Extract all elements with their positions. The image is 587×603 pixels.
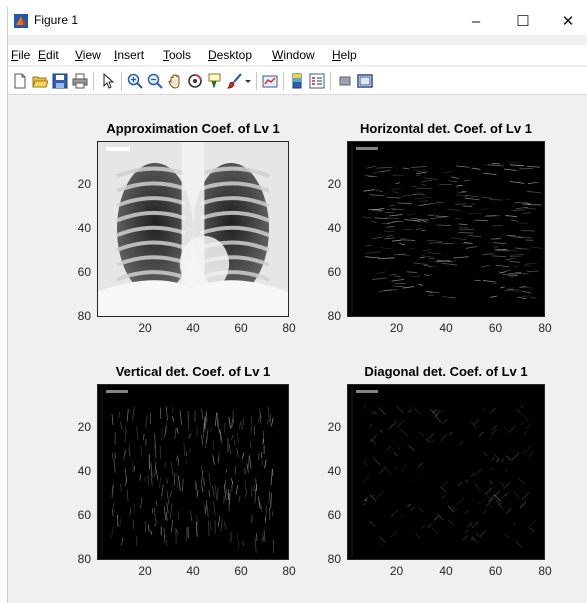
x-tick-label: 40 — [186, 321, 200, 335]
coefficient-image — [98, 385, 288, 559]
toolbar-separator — [330, 72, 331, 90]
x-tick-label: 20 — [138, 564, 152, 578]
y-tick-label: 80 — [327, 309, 341, 323]
x-tick-label: 80 — [282, 564, 296, 578]
y-tick-label: 40 — [327, 221, 341, 235]
axes-title: Horizontal det. Coef. of Lv 1 — [360, 121, 532, 136]
x-tick-label: 80 — [538, 564, 552, 578]
y-tick-label: 20 — [77, 420, 91, 434]
minimize-icon: – — [471, 12, 481, 30]
image-plot-horizontal[interactable] — [347, 141, 545, 317]
menu-help[interactable]: Help — [332, 48, 357, 62]
rotate-3d-icon[interactable] — [187, 73, 203, 89]
coefficient-image — [98, 142, 288, 316]
axes-title: Vertical det. Coef. of Lv 1 — [115, 364, 271, 379]
figure-window: Figure 1 – ☐ ✕ File Edit View Insert Too… — [7, 7, 587, 603]
close-icon: ✕ — [561, 13, 575, 30]
menu-bar: File Edit View Insert Tools Desktop Wind… — [8, 45, 587, 65]
maximize-button[interactable]: ☐ — [503, 7, 543, 35]
menu-edit[interactable]: Edit — [38, 48, 59, 62]
save-icon[interactable] — [52, 73, 68, 89]
toolbar-separator — [256, 72, 257, 90]
legend-icon[interactable] — [309, 73, 325, 89]
dropdown-arrow-icon[interactable] — [244, 73, 252, 89]
menu-insert[interactable]: Insert — [114, 48, 144, 62]
toolbar-separator — [283, 72, 284, 90]
x-tick-label: 60 — [234, 321, 248, 335]
y-tick-label: 80 — [77, 552, 91, 566]
menu-file[interactable]: File — [11, 48, 30, 62]
x-tick-label: 40 — [439, 564, 453, 578]
coefficient-image — [348, 142, 544, 316]
close-button[interactable]: ✕ — [548, 7, 587, 35]
menu-desktop[interactable]: Desktop — [208, 48, 252, 62]
pan-icon[interactable] — [167, 73, 183, 89]
image-plot-diagonal[interactable] — [347, 384, 545, 560]
y-tick-label: 60 — [327, 265, 341, 279]
maximize-icon: ☐ — [516, 13, 530, 30]
x-tick-label: 60 — [488, 321, 503, 335]
menu-window[interactable]: Window — [272, 48, 315, 62]
show-plot-tools-icon[interactable] — [357, 73, 373, 89]
coefficient-image — [348, 385, 544, 559]
toolbar-separator — [93, 72, 94, 90]
axes-title: Diagonal det. Coef. of Lv 1 — [364, 364, 528, 379]
x-tick-label: 20 — [389, 564, 404, 578]
print-icon[interactable] — [72, 73, 88, 89]
y-tick-label: 20 — [327, 177, 341, 191]
title-bar[interactable]: Figure 1 – ☐ ✕ — [8, 7, 587, 35]
new-figure-icon[interactable] — [12, 73, 28, 89]
data-cursor-icon[interactable] — [207, 73, 223, 89]
toolbar-separator — [121, 72, 122, 90]
zoom-out-icon[interactable] — [147, 73, 163, 89]
window-title: Figure 1 — [34, 13, 79, 27]
x-tick-label: 60 — [488, 564, 503, 578]
hide-plot-tools-icon[interactable] — [337, 73, 353, 89]
image-plot-vertical[interactable] — [97, 384, 289, 560]
brush-icon[interactable] — [227, 73, 243, 89]
y-tick-label: 60 — [77, 265, 91, 279]
y-tick-label: 20 — [327, 420, 341, 434]
menu-view[interactable]: View — [75, 48, 101, 62]
x-tick-label: 80 — [538, 321, 552, 335]
y-tick-label: 60 — [77, 508, 91, 522]
link-plot-icon[interactable] — [262, 73, 278, 89]
x-tick-label: 40 — [186, 564, 200, 578]
matlab-figure-icon — [14, 14, 28, 28]
menu-tools[interactable]: Tools — [163, 48, 191, 62]
colorbar-icon[interactable] — [289, 73, 305, 89]
figure-toolbar — [8, 67, 587, 95]
x-tick-label: 60 — [234, 564, 248, 578]
pointer-icon[interactable] — [100, 73, 116, 89]
y-tick-label: 40 — [327, 464, 341, 478]
y-tick-label: 60 — [327, 508, 341, 522]
x-tick-label: 20 — [138, 321, 152, 335]
y-tick-label: 40 — [77, 464, 91, 478]
figure-canvas: Approximation Coef. of Lv 1 20 40 60 80 20 40 6… — [9, 96, 587, 596]
image-plot-approximation[interactable] — [97, 141, 289, 317]
y-tick-label: 40 — [77, 221, 91, 235]
open-file-icon[interactable] — [32, 73, 48, 89]
minimize-button[interactable]: – — [456, 7, 496, 35]
x-tick-label: 20 — [389, 321, 404, 335]
y-tick-label: 20 — [77, 177, 91, 191]
y-tick-label: 80 — [327, 552, 341, 566]
y-tick-label: 80 — [77, 309, 91, 323]
x-tick-label: 40 — [439, 321, 453, 335]
zoom-in-icon[interactable] — [127, 73, 143, 89]
axes-title: Approximation Coef. of Lv 1 — [106, 121, 280, 136]
x-tick-label: 80 — [282, 321, 296, 335]
